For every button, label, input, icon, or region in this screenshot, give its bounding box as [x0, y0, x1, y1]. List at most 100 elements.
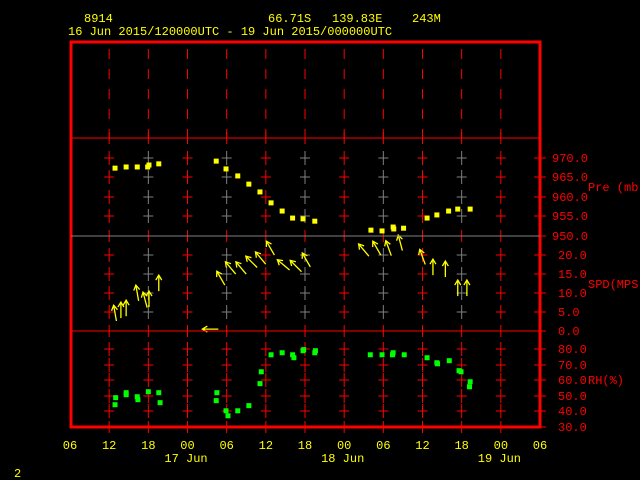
rh-point — [213, 398, 219, 404]
speed-tick-label: 5.0 — [558, 306, 580, 320]
rh-point — [156, 390, 162, 396]
x-tick-label: 18 — [454, 439, 468, 453]
rh-tick-label: 70.0 — [558, 359, 587, 373]
pressure-point — [446, 208, 452, 214]
rh-tick-label: 80.0 — [558, 343, 587, 357]
wind-arrow — [276, 258, 291, 271]
rh-point — [257, 381, 263, 387]
x-tick-label: 06 — [219, 439, 233, 453]
wind-arrow — [372, 240, 382, 256]
time-range: 16 Jun 2015/120000UTC - 19 Jun 2015/0000… — [68, 25, 392, 39]
pressure-point — [434, 212, 440, 218]
pressure-point — [300, 216, 306, 222]
pressure-point — [246, 181, 252, 187]
pressure-point — [379, 228, 385, 234]
rh-point — [112, 402, 118, 408]
pressure-point — [467, 206, 473, 212]
x-tick-label: 00 — [337, 439, 351, 453]
rh-point — [123, 392, 129, 398]
longitude: 139.83E — [332, 12, 382, 26]
rh-tick-label: 40.0 — [558, 405, 587, 419]
x-day-label: 17 Jun — [164, 452, 207, 466]
rh-axis-title: RH(%) — [588, 374, 624, 388]
station-id: 8914 — [84, 12, 113, 26]
rh-point — [446, 358, 452, 364]
wind-arrow — [244, 255, 258, 268]
wind-arrow — [133, 283, 141, 301]
wind-arrow — [122, 298, 130, 317]
pressure-point — [279, 208, 285, 214]
rh-point — [291, 355, 297, 361]
rh-point — [214, 390, 220, 396]
wind-arrow — [110, 304, 118, 322]
speed-axis-title: SPD(MPS) — [588, 278, 640, 292]
wind-shaft — [245, 255, 258, 268]
x-day-label: 18 Jun — [321, 452, 364, 466]
wind-arrow — [429, 257, 437, 276]
pressure-point — [146, 162, 152, 168]
rh-tick-label: 30.0 — [558, 421, 587, 435]
rh-point — [401, 352, 407, 358]
pressure-tick-label: 955.0 — [552, 210, 588, 224]
pressure-tick-label: 950.0 — [552, 230, 588, 244]
rh-point — [268, 352, 274, 358]
pressure-point — [223, 166, 229, 172]
pressure-axis-title: Pre (mb) — [588, 181, 640, 195]
rh-point — [223, 408, 229, 414]
wind-arrow — [441, 259, 449, 278]
rh-tick-label: 60.0 — [558, 374, 587, 388]
wind-arrow — [289, 259, 302, 273]
wind-arrow — [265, 240, 275, 256]
rh-point — [246, 403, 252, 409]
x-tick-label: 06 — [63, 439, 77, 453]
wind-shaft — [289, 259, 302, 273]
pressure-tick-label: 960.0 — [552, 191, 588, 205]
rh-point — [113, 395, 119, 401]
rh-point — [390, 350, 396, 356]
rh-point — [301, 347, 307, 353]
speed-tick-label: 20.0 — [558, 249, 587, 263]
wind-arrow — [216, 270, 226, 286]
pressure-point — [268, 200, 274, 206]
axis-labels: 970.0 965.0 960.0 955.0 950.0 20.0 15.0 10.0 5.0… — [63, 152, 640, 466]
rh-point — [458, 369, 464, 375]
x-tick-label: 12 — [415, 439, 429, 453]
x-tick-label: 18 — [141, 439, 155, 453]
rh-point — [312, 348, 318, 354]
rh-point — [367, 352, 373, 358]
rh-point — [435, 361, 441, 367]
rh-point — [145, 389, 151, 395]
wind-arrow — [418, 248, 426, 265]
pressure-point — [112, 165, 118, 171]
rh-point — [258, 369, 264, 375]
wind-arrow — [235, 260, 247, 275]
wind-arrow — [454, 278, 462, 297]
wind-arrow — [254, 250, 267, 265]
wind-arrow — [357, 242, 370, 257]
rh-point — [225, 413, 231, 419]
pressure-point — [123, 164, 129, 170]
x-day-label: 19 Jun — [478, 452, 521, 466]
pressure-point — [134, 164, 140, 170]
meteogram: 8914 66.71S 139.83E 243M 16 Jun 2015/120… — [14, 12, 640, 480]
pressure-point — [235, 173, 241, 179]
wind-arrow — [463, 278, 471, 297]
pressure-point — [368, 227, 374, 233]
rh-point — [235, 408, 241, 414]
pressure-tick-label: 965.0 — [552, 171, 588, 185]
pressure-point — [401, 225, 407, 231]
pressure-point — [257, 189, 263, 195]
x-tick-label: 12 — [259, 439, 273, 453]
latitude: 66.71S — [268, 12, 311, 26]
rh-point — [279, 350, 285, 356]
grid — [104, 49, 546, 433]
pressure-tick-label: 970.0 — [552, 152, 588, 166]
rh-point — [135, 397, 141, 403]
wind-arrow — [155, 273, 163, 292]
speed-tick-label: 0.0 — [558, 325, 580, 339]
speed-tick-label: 10.0 — [558, 287, 587, 301]
rh-point — [467, 379, 473, 385]
x-tick-label: 00 — [494, 439, 508, 453]
pressure-point — [213, 158, 219, 164]
x-tick-label: 06 — [533, 439, 547, 453]
